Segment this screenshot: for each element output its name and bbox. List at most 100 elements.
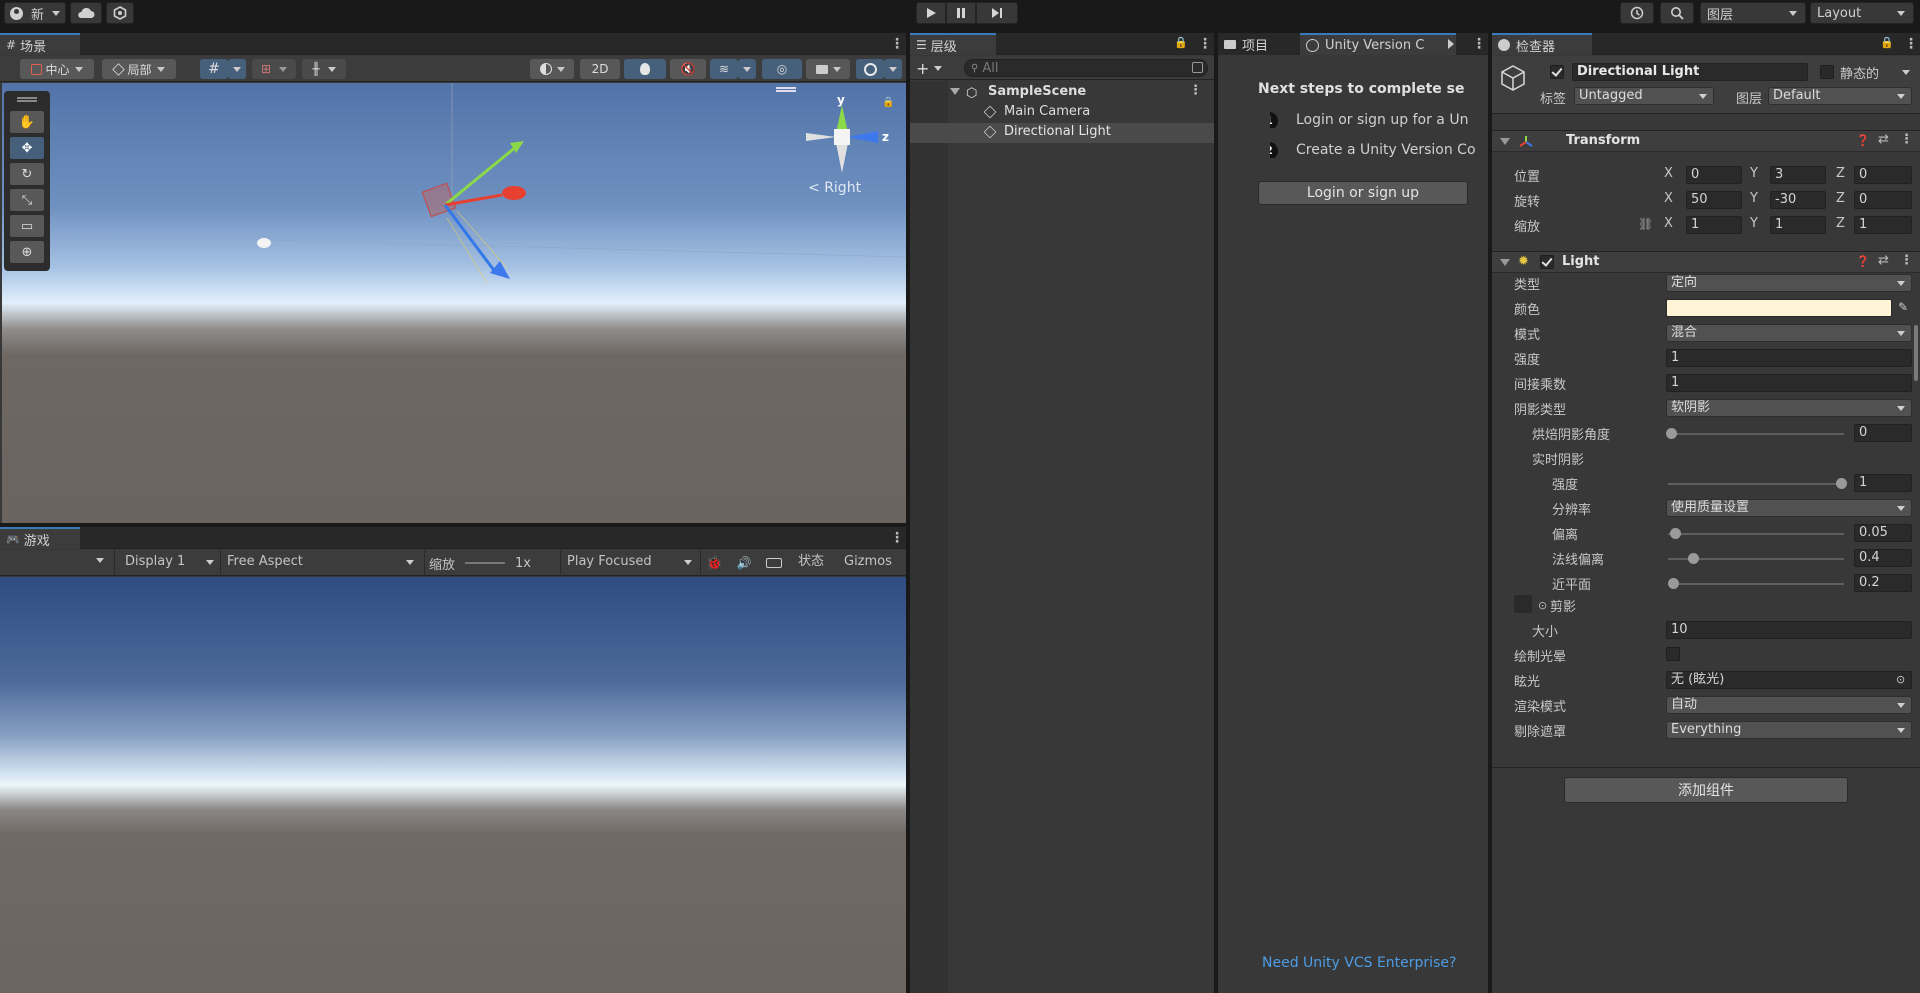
- active-checkbox[interactable]: [1550, 65, 1564, 79]
- draw-mode-dropdown[interactable]: [530, 59, 574, 79]
- hierarchy-lock-icon[interactable]: 🔒: [1174, 36, 1188, 49]
- palette-handle-icon[interactable]: [17, 97, 37, 99]
- scene-row[interactable]: ⬡ SampleScene ⋮: [910, 83, 1214, 103]
- tab-inspector[interactable]: 检查器: [1492, 33, 1592, 55]
- near-plane-slider[interactable]: [1668, 574, 1844, 594]
- history-button[interactable]: [1620, 2, 1654, 24]
- bias-field[interactable]: 0.05: [1854, 524, 1912, 542]
- rotate-tool[interactable]: ↻: [10, 163, 44, 185]
- scale-slider[interactable]: 缩放 1x: [424, 550, 560, 576]
- layer-dropdown[interactable]: Default: [1768, 87, 1912, 105]
- help-icon[interactable]: ❓: [1856, 255, 1870, 268]
- scene-menu-icon[interactable]: ⋮: [890, 36, 904, 52]
- gizmos-button[interactable]: Gizmos: [844, 550, 892, 576]
- mode-dropdown[interactable]: 混合: [1666, 324, 1912, 342]
- strength-slider[interactable]: [1668, 474, 1847, 494]
- flare-field[interactable]: 无 (眩光): [1666, 671, 1912, 689]
- cloud-button[interactable]: [70, 2, 102, 24]
- list-item[interactable]: Directional Light: [910, 123, 1214, 143]
- orientation-gizmo[interactable]: y z < Right 🔒: [782, 93, 902, 203]
- tag-dropdown[interactable]: Untagged: [1574, 87, 1714, 105]
- tab-project[interactable]: 项目: [1218, 33, 1298, 55]
- transform-tool[interactable]: ⊕: [10, 241, 44, 263]
- expand-icon[interactable]: [950, 88, 960, 95]
- login-button[interactable]: Login or sign up: [1258, 181, 1468, 205]
- gizmos-dropdown[interactable]: [884, 59, 902, 79]
- game-view-dropdown-icon[interactable]: [96, 558, 104, 563]
- halo-checkbox[interactable]: [1666, 647, 1680, 661]
- services-button[interactable]: [106, 2, 134, 24]
- hand-tool[interactable]: ✋: [10, 111, 44, 133]
- pause-button[interactable]: [946, 2, 976, 24]
- position-x-field[interactable]: 0: [1686, 166, 1742, 184]
- transform-menu-icon[interactable]: ⋮: [1900, 132, 1913, 147]
- tab-vcs[interactable]: Unity Version C: [1300, 33, 1456, 55]
- layout-dropdown[interactable]: Layout: [1810, 2, 1914, 24]
- game-menu-icon[interactable]: ⋮: [890, 530, 904, 546]
- help-icon[interactable]: ❓: [1856, 134, 1870, 147]
- scale-x-field[interactable]: 1: [1686, 216, 1742, 234]
- play-mode-dropdown[interactable]: Play Focused: [560, 550, 698, 576]
- position-z-field[interactable]: 0: [1854, 166, 1912, 184]
- render-mode-dropdown[interactable]: 自动: [1666, 696, 1912, 714]
- tab-scene[interactable]: # 场景: [0, 33, 80, 55]
- display-dropdown[interactable]: Display 1: [114, 550, 220, 576]
- effects-toggle[interactable]: ≋: [710, 59, 738, 79]
- account-dropdown[interactable]: 新: [4, 2, 66, 24]
- play-button[interactable]: [916, 2, 946, 24]
- aspect-dropdown[interactable]: Free Aspect: [220, 550, 420, 576]
- bug-button[interactable]: 🐞: [700, 550, 728, 576]
- inspector-scrollbar[interactable]: [1914, 325, 1918, 381]
- inspector-menu-icon[interactable]: ⋮: [1904, 36, 1918, 52]
- constrain-link-icon[interactable]: ⛓: [1638, 217, 1653, 231]
- hierarchy-menu-icon[interactable]: ⋮: [1198, 36, 1212, 52]
- scale-z-field[interactable]: 1: [1854, 216, 1912, 234]
- hierarchy-search-input[interactable]: ⚲ All: [964, 59, 1208, 77]
- foldout-icon[interactable]: [1500, 259, 1510, 266]
- rotation-z-field[interactable]: 0: [1854, 191, 1912, 209]
- scene-viewport[interactable]: y z < Right 🔒: [2, 83, 906, 523]
- eyedropper-icon[interactable]: ✎: [1898, 300, 1908, 314]
- size-field[interactable]: 10: [1666, 621, 1912, 639]
- visibility-toggle[interactable]: ◎: [762, 59, 802, 79]
- keyboard-button[interactable]: [760, 550, 788, 576]
- step-button[interactable]: [976, 2, 1018, 24]
- 2d-toggle[interactable]: 2D: [580, 59, 620, 79]
- list-item[interactable]: Main Camera: [910, 103, 1214, 123]
- baked-angle-slider[interactable]: [1666, 424, 1844, 444]
- ruler-button[interactable]: ╫: [302, 59, 346, 79]
- scale-y-field[interactable]: 1: [1770, 216, 1826, 234]
- light-menu-icon[interactable]: ⋮: [1900, 253, 1913, 268]
- normal-bias-slider[interactable]: [1668, 549, 1844, 569]
- gizmos-toggle[interactable]: [856, 59, 884, 79]
- presets-icon[interactable]: ⇄: [1878, 132, 1889, 147]
- inspector-lock-icon[interactable]: 🔒: [1880, 36, 1894, 49]
- static-dropdown-icon[interactable]: [1902, 70, 1910, 75]
- space-dropdown[interactable]: 局部: [102, 59, 176, 79]
- lock-icon[interactable]: 🔒: [882, 97, 894, 108]
- create-button[interactable]: +: [916, 59, 946, 78]
- normal-bias-field[interactable]: 0.4: [1854, 549, 1912, 567]
- game-viewport[interactable]: [0, 577, 906, 993]
- object-name-input[interactable]: Directional Light: [1572, 63, 1808, 81]
- light-header[interactable]: ✹ Light ❓ ⇄ ⋮: [1492, 251, 1920, 273]
- flare-picker-icon[interactable]: ⊙: [1896, 673, 1905, 686]
- cookie-texture-slot[interactable]: [1514, 595, 1532, 613]
- scene-row-menu-icon[interactable]: ⋮: [1189, 83, 1202, 98]
- tab-hierarchy[interactable]: ☰ 层级: [910, 33, 996, 55]
- audio-button[interactable]: 🔊: [730, 550, 758, 576]
- effects-dropdown[interactable]: [738, 59, 756, 79]
- light-enabled-checkbox[interactable]: [1540, 255, 1554, 269]
- static-checkbox[interactable]: [1820, 65, 1834, 79]
- stats-button[interactable]: 状态: [798, 550, 824, 576]
- search-filter-icon[interactable]: [1192, 62, 1203, 73]
- overlay-menu-icon[interactable]: [776, 87, 796, 89]
- increment-snap-button[interactable]: ⊞: [252, 59, 296, 79]
- indirect-field[interactable]: 1: [1666, 374, 1912, 392]
- scale-tool[interactable]: ⤡: [10, 189, 44, 211]
- grid-snap-dropdown[interactable]: [228, 59, 246, 79]
- presets-icon[interactable]: ⇄: [1878, 253, 1889, 268]
- type-dropdown[interactable]: 定向: [1666, 274, 1912, 292]
- baked-angle-field[interactable]: 0: [1854, 424, 1912, 442]
- move-tool[interactable]: ✥: [10, 137, 44, 159]
